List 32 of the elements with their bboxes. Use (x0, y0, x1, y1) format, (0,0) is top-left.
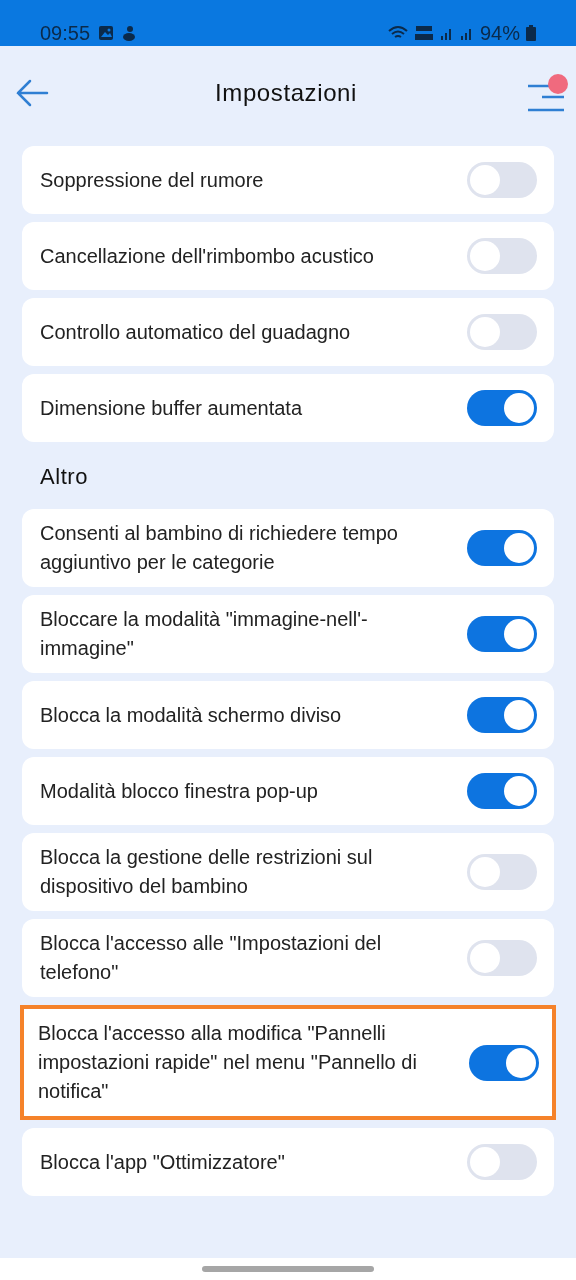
toggle-switch[interactable] (467, 1144, 537, 1180)
toggle-switch[interactable] (467, 616, 537, 652)
setting-label: Blocca la gestione delle restrizioni sul dispositivo del bambino (40, 845, 374, 899)
setting-label: Cancellazione dell'rimbombo acustico (40, 243, 375, 269)
toggle-switch[interactable] (467, 854, 537, 890)
setting-label: Consenti al bambino di richiedere tempo aggiuntivo per le categorie (40, 521, 399, 575)
figure-icon (122, 25, 137, 41)
setting-label: Blocca l'accesso alla modifica "Pannelli impostazioni rapide" nel menu "Pannello di notifica" (38, 1021, 418, 1104)
toggle-switch[interactable] (467, 162, 537, 198)
setting-label: Dimensione buffer aumentata (40, 395, 303, 421)
status-time: 09:55 (40, 23, 91, 43)
toggle-switch[interactable] (467, 238, 537, 274)
toggle-switch[interactable] (467, 390, 537, 426)
wifi-icon (387, 25, 408, 41)
battery-icon (526, 25, 536, 41)
toggle-switch[interactable] (467, 314, 537, 350)
setting-label: Blocca la modalità schermo diviso (40, 702, 343, 728)
section-heading: Altro (39, 463, 89, 491)
image-icon (98, 25, 115, 41)
toggle-switch[interactable] (467, 773, 537, 809)
battery-percent: 94% (479, 23, 520, 43)
page-title: Impostazioni (215, 78, 357, 108)
setting-label: Bloccare la modalità "immagine-nell'-immagine" (40, 607, 369, 661)
toggle-switch[interactable] (467, 940, 537, 976)
setting-label: Modalità blocco finestra pop-up (40, 778, 319, 804)
toggle-switch[interactable] (467, 697, 537, 733)
setting-label: Blocca l'app "Ottimizzatore" (40, 1149, 286, 1175)
toggle-switch[interactable] (467, 530, 537, 566)
setting-label: Soppressione del rumore (40, 167, 265, 193)
setting-label: Blocca l'accesso alle "Impostazioni del telefono" (40, 931, 383, 985)
toggle-switch[interactable] (469, 1044, 539, 1081)
setting-label: Controllo automatico del guadagno (40, 319, 352, 345)
